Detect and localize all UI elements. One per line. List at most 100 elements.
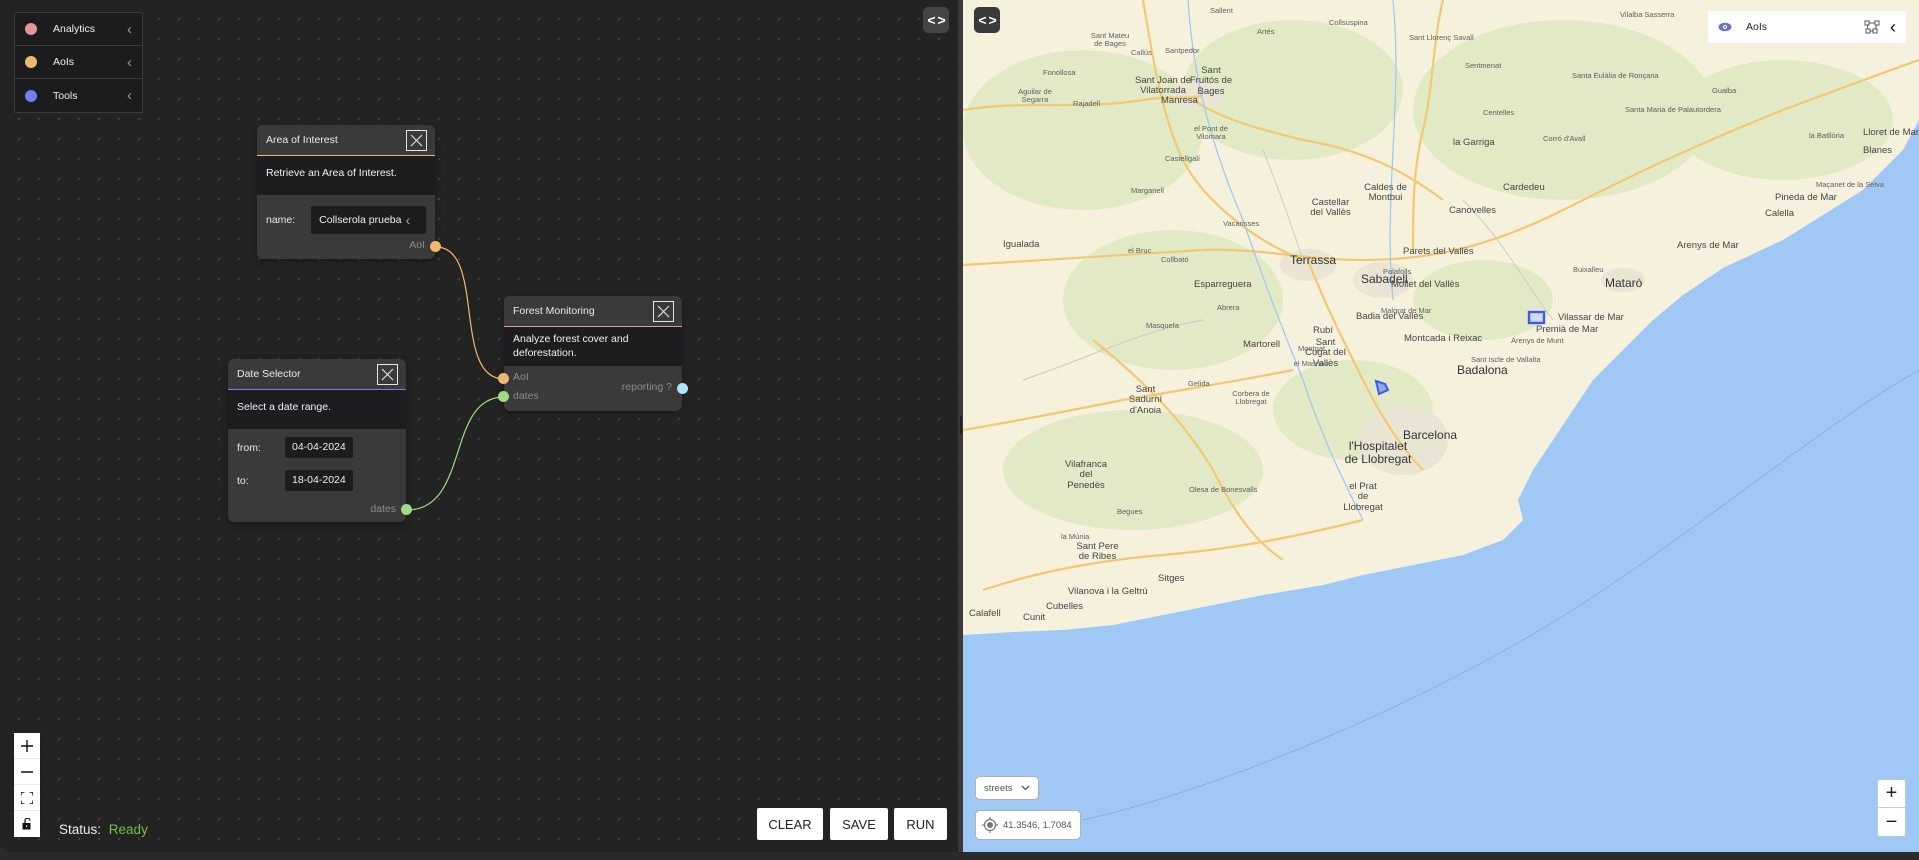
- node-body: AoI dates reporting ?: [504, 366, 682, 410]
- coordinates-value: 41.3546, 1.7084: [1003, 819, 1072, 831]
- panel-menu-item-aois[interactable]: AoIs ‹: [15, 46, 142, 79]
- output-port-dates[interactable]: [401, 504, 412, 515]
- map-label-sant-andreu-barca: el Masnou: [1293, 359, 1329, 368]
- code-brackets-icon: < >: [978, 12, 996, 28]
- map-label-fonollosa: Fonollosa: [1043, 68, 1076, 77]
- splitter-handle[interactable]: [960, 416, 962, 434]
- map-label-pineda: Pineda de Mar: [1775, 192, 1837, 203]
- map-label-canyelles: la Múnia: [1061, 532, 1090, 541]
- map-label-sant-sadurni: Sant Sadurní d'Anoia: [1128, 384, 1163, 416]
- connections-layer: [406, 246, 505, 511]
- map-label-sallent: Sallent: [1210, 6, 1233, 15]
- aois-color-dot: [25, 56, 37, 68]
- map-basemap: [963, 0, 1919, 821]
- aoi-name-select[interactable]: Collserola prueba ‹: [311, 206, 426, 234]
- close-node-button[interactable]: [377, 364, 398, 385]
- input-port-dates[interactable]: [498, 391, 509, 402]
- crosshair-icon[interactable]: [982, 817, 998, 833]
- toggle-editor-button[interactable]: < >: [923, 7, 949, 33]
- zoom-in-button[interactable]: [14, 733, 40, 759]
- map-zoom-in-button[interactable]: +: [1878, 780, 1905, 808]
- aoi-name-value: Collserola prueba: [319, 214, 402, 226]
- node-header[interactable]: Date Selector: [228, 359, 406, 390]
- map-label-vilassar: Vilassar de Mar: [1558, 312, 1624, 323]
- aoi-polygon-maresme[interactable]: [1527, 310, 1546, 325]
- status-bar: Status: Ready: [59, 822, 148, 837]
- input-port-label-aoi: AoI: [513, 371, 529, 383]
- from-date-input[interactable]: 04-04-2024: [285, 437, 353, 458]
- map-label-badalona: Badalona: [1457, 363, 1508, 377]
- map-label-la-garriga: la Garriga: [1453, 137, 1495, 148]
- lock-toggle-button[interactable]: [14, 811, 40, 837]
- node-title: Area of Interest: [266, 134, 338, 146]
- aois-panel-title: AoIs: [1746, 21, 1768, 33]
- map-label-sant-joan-vilatorrada: Sant Joan de Vilatorrada: [1135, 75, 1191, 97]
- map-zoom-control: + −: [1877, 779, 1906, 837]
- map-label-sitges: Sitges: [1158, 573, 1185, 584]
- chevron-left-icon[interactable]: ‹: [1890, 18, 1896, 36]
- coordinates-readout: 41.3546, 1.7084: [975, 810, 1081, 840]
- basemap-select[interactable]: streets: [975, 776, 1039, 800]
- map-label-santpedor: Santpedor: [1165, 46, 1200, 55]
- map-label-vilanova: Vilanova i la Geltrú: [1068, 586, 1148, 597]
- output-port-reporting[interactable]: [677, 383, 688, 394]
- node-description: Analyze forest cover and deforestation.: [504, 327, 682, 366]
- panel-menu-item-analytics[interactable]: Analytics ‹: [15, 13, 142, 46]
- map-label-calafell: Calafell: [969, 608, 1001, 619]
- output-port-label: AoI: [409, 239, 425, 251]
- save-button[interactable]: SAVE: [830, 808, 888, 840]
- node-date-selector[interactable]: Date Selector Select a date range. from:…: [228, 359, 412, 522]
- map-label-aguilar: Aguilar de Segarra: [1018, 87, 1052, 105]
- chevron-left-icon: ‹: [127, 20, 132, 38]
- draw-polygon-icon[interactable]: [1864, 20, 1880, 34]
- map-label-parets: Parets del Vallès: [1403, 246, 1474, 257]
- map-label-cardedeu: Cardedeu: [1503, 182, 1545, 193]
- zoom-out-button[interactable]: [14, 759, 40, 785]
- node-header[interactable]: Area of Interest: [257, 125, 435, 156]
- map-label-polinya: Palafolls: [1383, 267, 1412, 276]
- status-value: Ready: [108, 822, 148, 837]
- map-label-caldes: Caldes de Montbui: [1364, 182, 1407, 204]
- map-view[interactable]: Terrassa Sabadell Mataró Badalona Barcel…: [963, 0, 1919, 852]
- connection-aoi: [435, 246, 505, 380]
- output-port-label: reporting ?: [621, 381, 672, 393]
- map-label-montgat: Sant Iscle de Vallalta: [1471, 355, 1541, 364]
- map-label-aiguafreda: Sentmenat: [1465, 61, 1502, 70]
- clear-button[interactable]: CLEAR: [757, 808, 823, 840]
- panel-menu-label: Analytics: [53, 23, 96, 35]
- close-node-button[interactable]: [653, 301, 674, 322]
- eye-icon[interactable]: [1718, 22, 1732, 32]
- map-label-castellgali: Castellgalí: [1165, 154, 1201, 163]
- node-forest-monitoring[interactable]: Forest Monitoring Analyze forest cover a…: [498, 296, 688, 411]
- minus-icon: [21, 770, 33, 773]
- run-button[interactable]: RUN: [894, 808, 947, 840]
- node-header[interactable]: Forest Monitoring: [504, 296, 682, 327]
- node-body: name: Collserola prueba ‹ AoI: [257, 195, 435, 257]
- node-description: Select a date range.: [228, 390, 406, 429]
- map-label-pont-vilomara: el Pont de Vilomara: [1194, 124, 1228, 142]
- map-label-premia: Premià de Mar: [1536, 324, 1599, 335]
- map-label-callus: Callús: [1131, 48, 1152, 57]
- node-area-of-interest[interactable]: Area of Interest Retrieve an Area of Int…: [257, 125, 441, 259]
- to-date-input[interactable]: 18-04-2024: [285, 470, 353, 491]
- map-label-martorell: Martorell: [1243, 339, 1280, 350]
- output-port-aoi[interactable]: [430, 241, 441, 252]
- map-label-cubelles: Cubelles: [1046, 601, 1083, 612]
- input-port-aoi[interactable]: [498, 373, 509, 384]
- map-label-terrassa: Terrassa: [1290, 253, 1337, 267]
- basemap-select-value: streets: [984, 782, 1013, 794]
- map-zoom-out-button[interactable]: −: [1878, 808, 1905, 836]
- node-editor-canvas[interactable]: Analytics ‹ AoIs ‹ Tools ‹ Area of Inter…: [0, 0, 958, 852]
- chevron-left-icon: ‹: [127, 53, 132, 71]
- map-label-argentona: Buixalleu: [1573, 265, 1604, 274]
- close-node-button[interactable]: [406, 130, 427, 151]
- fit-view-button[interactable]: [14, 785, 40, 811]
- map-label-moia: Collsuspina: [1329, 18, 1368, 27]
- analytics-color-dot: [25, 23, 37, 35]
- map-label-collbato: Collbató: [1161, 255, 1189, 264]
- map-label-el-bruc: el Bruc: [1128, 246, 1152, 255]
- toggle-map-button[interactable]: < >: [974, 7, 1000, 33]
- panel-menu-item-tools[interactable]: Tools ‹: [15, 79, 142, 112]
- chevron-left-icon: ‹: [127, 87, 132, 104]
- map-label-malgrat: Maçanet de la Selva: [1816, 180, 1884, 189]
